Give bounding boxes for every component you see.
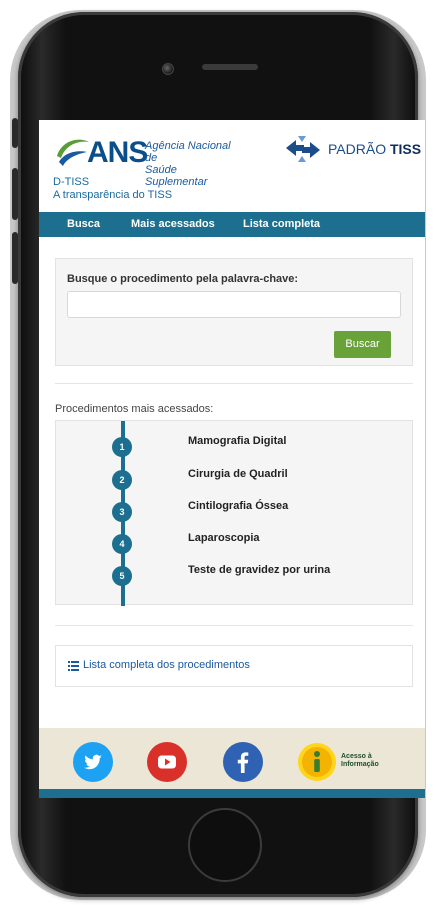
search-input[interactable] [67,291,401,318]
earpiece-speaker [202,64,258,70]
popular-procedures-timeline: 1 Mamografia Digital 2 Cirurgia de Quadr… [55,420,414,606]
site-header: ANS Agência Nacional de Saúde Suplementa… [39,120,425,212]
procedure-item[interactable]: 1 Mamografia Digital [56,435,414,457]
step-badge: 2 [112,470,132,490]
dtiss-heading: D-TISS A transparência do TISS [53,176,172,202]
step-badge: 4 [112,534,132,554]
nav-item-busca[interactable]: Busca [67,218,100,230]
full-list-label: Lista completa dos procedimentos [83,659,250,671]
tiss-arrows-icon [286,136,320,162]
ans-logo-text: ANS [87,136,148,169]
procedure-label[interactable]: Teste de gravidez por urina [188,564,330,576]
procedure-item[interactable]: 5 Teste de gravidez por urina [56,564,414,586]
search-panel: Busque o procedimento pela palavra-chave… [55,258,413,366]
footer-bar [39,789,425,798]
list-icon [68,661,79,671]
acesso-line1: Acesso à [341,753,372,760]
phone-screen: ANS Agência Nacional de Saúde Suplementa… [39,120,425,798]
step-badge: 1 [112,437,132,457]
nav-item-lista-completa[interactable]: Lista completa [243,218,320,230]
youtube-icon [147,742,187,782]
acesso-informacao-button[interactable] [297,742,337,782]
twitter-icon [73,742,113,782]
ans-logo[interactable]: ANS Agência Nacional de Saúde Suplementa… [51,134,231,188]
procedure-label[interactable]: Cirurgia de Quadril [188,468,288,480]
info-icon [298,743,336,781]
tiss-label-light: PADRÃO [328,141,387,157]
twitter-button[interactable] [73,742,113,782]
search-label: Busque o procedimento pela palavra-chave… [67,273,299,285]
full-list-link[interactable]: Lista completa dos procedimentos [55,645,413,687]
mute-switch [12,118,18,148]
tiss-label-bold: TISS [389,141,422,157]
divider [55,625,413,626]
dtiss-title: D-TISS [53,176,90,188]
footer: Acesso à Informação [39,728,425,789]
facebook-button[interactable] [223,742,263,782]
nav-item-mais-acessados[interactable]: Mais acessados [131,218,215,230]
step-badge: 3 [112,502,132,522]
procedure-label[interactable]: Mamografia Digital [188,435,286,447]
procedure-label[interactable]: Cintilografia Óssea [188,500,288,512]
procedure-item[interactable]: 2 Cirurgia de Quadril [56,468,414,490]
acesso-line2: Informação [341,761,379,768]
volume-down-button [12,232,18,284]
front-camera [162,63,174,75]
procedure-label[interactable]: Laparoscopia [188,532,260,544]
tiss-label: PADRÃO TISS [328,141,421,157]
procedure-item[interactable]: 3 Cintilografia Óssea [56,500,414,522]
search-button[interactable]: Buscar [334,331,391,358]
procedure-item[interactable]: 4 Laparoscopia [56,532,414,554]
padrao-tiss-logo[interactable]: PADRÃO TISS [284,134,424,164]
dtiss-subtitle: A transparência do TISS [53,189,173,201]
volume-up-button [12,168,18,220]
facebook-icon [223,742,263,782]
divider [55,383,413,384]
ans-swoosh-icon [57,139,89,166]
home-button[interactable] [188,808,262,882]
youtube-button[interactable] [147,742,187,782]
acesso-informacao-label[interactable]: Acesso à Informação [341,753,379,769]
agency-line1: Agência Nacional de [145,140,231,164]
step-badge: 5 [112,566,132,586]
popular-procedures-title: Procedimentos mais acessados: [55,403,214,415]
main-navbar: Busca Mais acessados Lista completa [39,212,425,237]
